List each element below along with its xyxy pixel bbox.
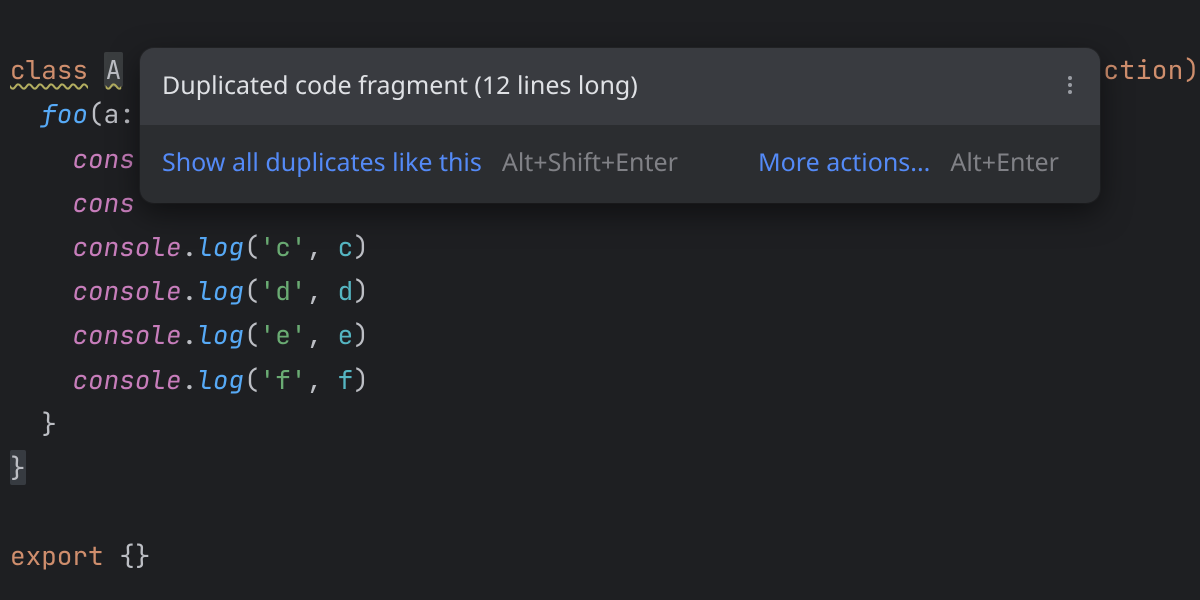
string-literal: 'f' [260, 362, 307, 397]
console-ref: console [72, 362, 181, 397]
string-literal: 'c' [260, 229, 307, 264]
code-line: console.log('c', c) [10, 229, 369, 264]
code-line: cons [10, 185, 135, 220]
code-line: console.log('f', f) [10, 362, 369, 397]
string-literal: 'e' [260, 317, 307, 352]
tooltip-actions: Show all duplicates like this Alt+Shift+… [140, 125, 1100, 204]
more-actions[interactable]: More actions... [758, 141, 930, 184]
keyword-class: class [10, 52, 88, 87]
type-fragment: ction) [1103, 48, 1200, 92]
var-ref: c [338, 229, 354, 264]
method-name: foo [41, 96, 88, 131]
string-literal: 'd' [260, 273, 307, 308]
tooltip-title: Duplicated code fragment (12 lines long) [162, 64, 638, 107]
code-line: foo(a: [10, 96, 135, 131]
log-call: log [197, 273, 244, 308]
export-braces: {} [119, 538, 150, 573]
param-a: a [104, 96, 120, 131]
var-ref: d [338, 273, 354, 308]
code-line: console.log('d', d) [10, 273, 369, 308]
log-call: log [197, 362, 244, 397]
keyword-export: export [10, 538, 104, 573]
console-truncated: cons [72, 141, 134, 176]
show-duplicates-action[interactable]: Show all duplicates like this [162, 141, 482, 184]
code-line: } [10, 450, 26, 485]
kebab-menu-icon[interactable] [1068, 76, 1078, 94]
code-line: cons [10, 141, 135, 176]
var-ref: f [338, 362, 354, 397]
shortcut-label: Alt+Enter [950, 141, 1059, 184]
brace-close: } [41, 406, 57, 441]
code-line: export {} [10, 538, 150, 573]
colon: : [119, 96, 135, 131]
paren-open: ( [88, 96, 104, 131]
code-line [10, 494, 26, 529]
brace-close: } [10, 450, 26, 485]
console-ref: console [72, 317, 181, 352]
log-call: log [197, 229, 244, 264]
console-ref: console [72, 229, 181, 264]
console-truncated: cons [72, 185, 134, 220]
shortcut-label: Alt+Shift+Enter [502, 141, 678, 184]
var-ref: e [338, 317, 354, 352]
log-call: log [197, 317, 244, 352]
console-ref: console [72, 273, 181, 308]
tooltip-header: Duplicated code fragment (12 lines long) [140, 48, 1100, 125]
code-line: console.log('e', e) [10, 317, 369, 352]
class-name: A [104, 52, 124, 87]
code-line: class A { [10, 52, 154, 87]
overflow-code-fragment: ction) [1103, 48, 1200, 93]
inspection-tooltip: Duplicated code fragment (12 lines long)… [140, 48, 1100, 203]
code-line: } [10, 406, 57, 441]
